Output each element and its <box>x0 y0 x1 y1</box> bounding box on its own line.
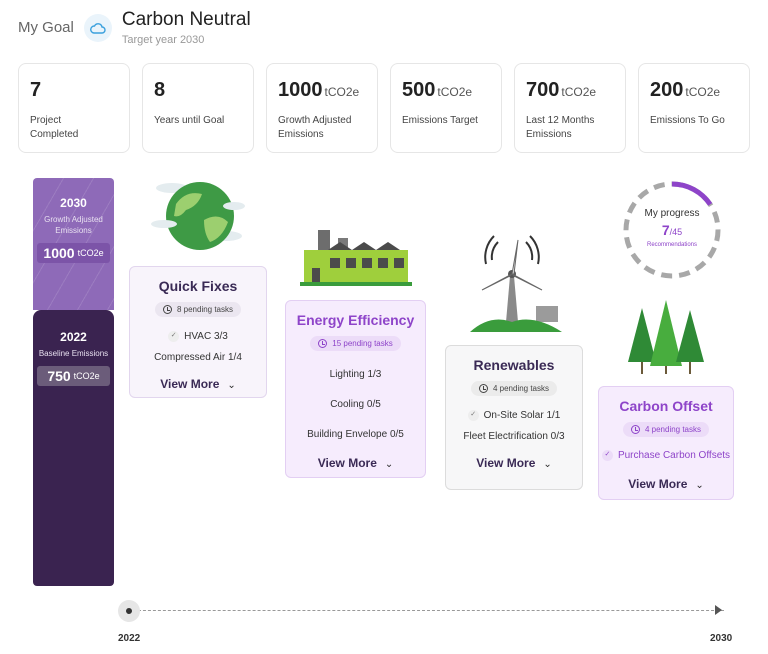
globe-icon <box>151 182 245 250</box>
progress-title: My progress <box>644 208 700 219</box>
chevron-down-icon: ⌄ <box>384 459 394 470</box>
stat-value: 200 tCO2e <box>650 79 721 101</box>
bar-value-pill: 750 tCO2e <box>37 366 110 386</box>
task-item[interactable]: Compressed Air 1/4 <box>130 351 266 365</box>
energy-efficiency-card: Energy Efficiency 15 pending tasks Light… <box>285 300 426 478</box>
card-title: Energy Efficiency <box>296 312 415 328</box>
baseline-bar-segment: 2022 Baseline Emissions 750 tCO2e <box>33 310 114 586</box>
pending-tasks-badge: 15 pending tasks <box>310 336 401 351</box>
timeline-start-marker[interactable] <box>118 600 140 622</box>
card-title: Carbon Offset <box>619 398 713 414</box>
chevron-down-icon: ⌄ <box>695 480 704 491</box>
bar-value-pill: 1000 tCO2e <box>37 243 110 263</box>
cloud-icon <box>83 14 112 42</box>
timeline-line <box>128 610 724 612</box>
stat-card-emissions-target: 500 tCO2e Emissions Target <box>390 63 502 153</box>
timeline-start-year: 2022 <box>118 633 141 644</box>
bar-year: 2030 <box>60 196 87 210</box>
view-more-button[interactable]: View More ⌄ <box>286 454 425 472</box>
task-item[interactable]: ✓ HVAC 3/3 <box>130 330 266 344</box>
clock-icon <box>318 339 328 348</box>
stat-card-years-until-goal: 8 Years until Goal <box>142 63 254 153</box>
stat-card-projects-completed: 7 Project Completed <box>18 63 130 153</box>
clock-icon <box>478 384 488 393</box>
stat-card-last-12-months: 700 tCO2e Last 12 Months Emissions <box>514 63 626 153</box>
view-more-button[interactable]: View More ⌄ <box>599 475 733 493</box>
stat-value: 700 tCO2e <box>526 79 597 101</box>
task-item[interactable]: ✓ Purchase Carbon Offsets <box>599 449 733 463</box>
factory-icon <box>300 230 412 286</box>
bar-year: 2022 <box>60 330 87 344</box>
timeline-arrow-icon <box>715 605 722 615</box>
stat-label: Emissions To Go <box>650 115 725 126</box>
goal-label: My Goal <box>18 19 74 36</box>
progress-label: Recommendations <box>646 242 698 248</box>
stat-label: Last 12 Months Emissions <box>526 115 595 140</box>
pending-tasks-badge: 4 pending tasks <box>470 381 558 396</box>
target-year: Target year 2030 <box>121 34 205 46</box>
stat-value: 500 tCO2e <box>402 79 473 101</box>
task-item[interactable]: Cooling 0/5 <box>286 398 425 412</box>
wind-turbine-icon <box>470 235 562 332</box>
task-item[interactable]: ✓ On-Site Solar 1/1 <box>446 409 582 423</box>
view-more-button[interactable]: View More ⌄ <box>130 375 266 393</box>
header: My Goal Carbon Neutral Target year 2030 <box>18 8 251 52</box>
page-title: Carbon Neutral <box>121 9 251 30</box>
bar-desc: Baseline Emissions <box>38 349 109 358</box>
check-icon: ✓ <box>467 409 479 421</box>
card-title: Quick Fixes <box>158 278 238 294</box>
card-title: Renewables <box>473 357 555 373</box>
my-progress-ring: My progress 7/45 Recommendations <box>620 178 724 282</box>
task-item[interactable]: Lighting 1/3 <box>286 368 425 382</box>
renewables-card: Renewables 4 pending tasks ✓ On-Site Sola… <box>445 345 583 490</box>
stat-card-emissions-to-go: 200 tCO2e Emissions To Go <box>638 63 750 153</box>
check-icon: ✓ <box>168 330 180 342</box>
stats-row: 7 Project Completed 8 Years until Goal 1… <box>18 63 750 153</box>
clock-icon <box>630 425 640 434</box>
trees-icon <box>628 300 704 374</box>
stat-value: 1000 tCO2e <box>278 79 360 101</box>
progress-count: 7/45 <box>661 222 683 238</box>
chevron-down-icon: ⌄ <box>543 459 552 470</box>
timeline-end-year: 2030 <box>710 633 733 644</box>
stat-label: Project Completed <box>30 115 79 140</box>
bar-desc: Growth Adjusted Emissions <box>44 215 103 235</box>
stat-card-growth-adjusted: 1000 tCO2e Growth Adjusted Emissions <box>266 63 378 153</box>
task-item[interactable]: Fleet Electrification 0/3 <box>446 430 582 444</box>
stat-label: Growth Adjusted Emissions <box>278 115 352 140</box>
stat-label: Years until Goal <box>154 115 225 126</box>
clock-icon <box>162 305 172 314</box>
pending-tasks-badge: 4 pending tasks <box>622 422 710 437</box>
view-more-button[interactable]: View More ⌄ <box>446 454 582 472</box>
growth-adjusted-bar-segment: 2030 Growth Adjusted Emissions 1000 tCO2e <box>33 178 114 310</box>
goal-title-block: Carbon Neutral Target year 2030 <box>122 8 251 46</box>
pending-tasks-badge: 8 pending tasks <box>154 302 242 317</box>
quick-fixes-card: Quick Fixes 8 pending tasks ✓ HVAC 3/3 Co… <box>129 266 267 398</box>
emissions-bar: 2030 Growth Adjusted Emissions 1000 tCO2e… <box>33 178 114 586</box>
chevron-down-icon: ⌄ <box>227 380 236 391</box>
stat-value: 7 <box>30 79 42 101</box>
stat-label: Emissions Target <box>402 115 478 126</box>
check-icon: ✓ <box>601 449 613 461</box>
task-item[interactable]: Building Envelope 0/5 <box>286 428 425 442</box>
stat-value: 8 <box>154 79 166 101</box>
carbon-offset-card: Carbon Offset 4 pending tasks ✓ Purchase … <box>598 386 734 500</box>
